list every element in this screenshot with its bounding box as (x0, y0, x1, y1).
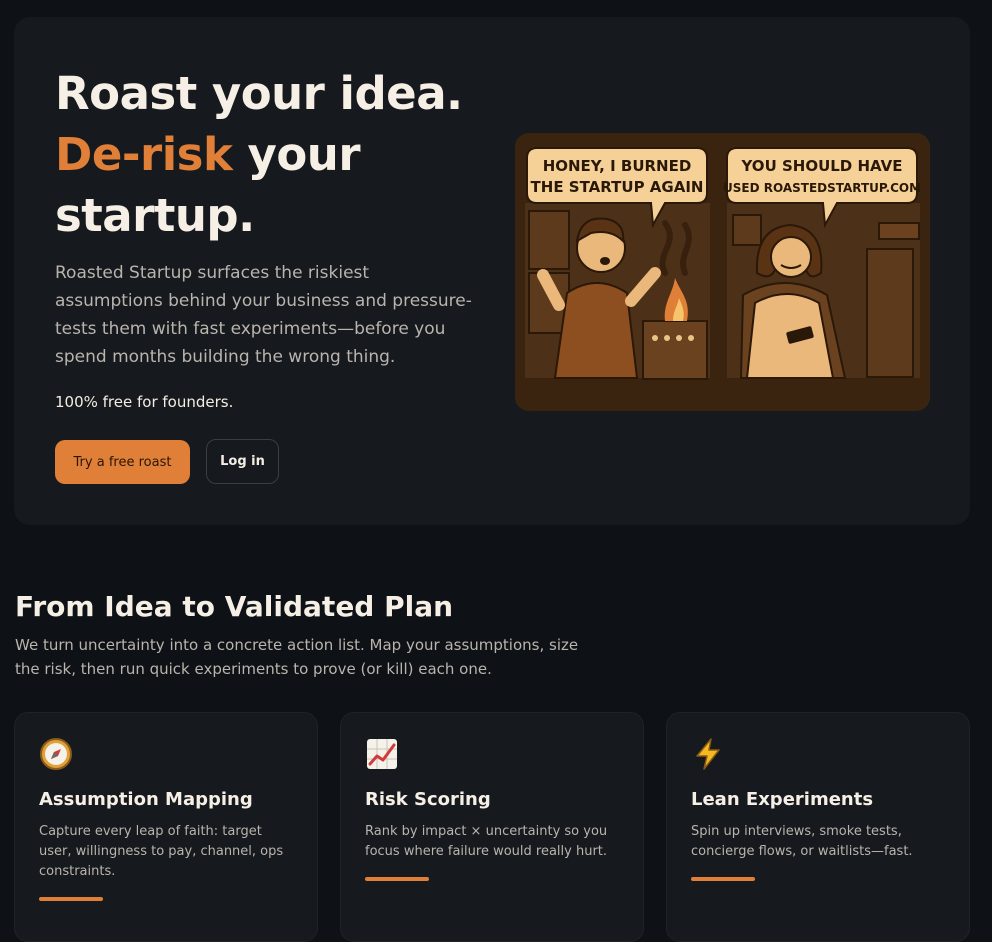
hero-title-line1: Roast your idea. (55, 67, 463, 120)
feature-title: Assumption Mapping (39, 789, 253, 810)
hero-title-rest: your (232, 128, 361, 181)
chart-increasing-icon (367, 739, 397, 769)
compass-icon (40, 738, 72, 770)
feature-accent-bar (691, 877, 755, 881)
login-button[interactable]: Log in (206, 439, 279, 484)
feature-card-risk-scoring: Risk Scoring Rank by impact × uncertaint… (340, 712, 644, 942)
hero-section: Roast your idea. De-risk your startup. R… (14, 17, 970, 525)
feature-accent-bar (365, 877, 429, 881)
hero-title-accent: De-risk (55, 128, 233, 181)
comic-bubble-right-line1: YOU SHOULD HAVE (740, 157, 902, 175)
section-title: From Idea to Validated Plan (15, 590, 454, 623)
free-note: 100% free for founders. (55, 393, 234, 411)
hero-description: Roasted Startup surfaces the riskiest as… (55, 263, 472, 367)
feature-card-lean-experiments: Lean Experiments Spin up interviews, smo… (666, 712, 970, 942)
feature-description: Rank by impact × uncertainty so you focu… (365, 824, 608, 859)
feature-description: Spin up interviews, smoke tests, concier… (691, 824, 913, 859)
feature-card-assumption-mapping: Assumption Mapping Capture every leap of… (14, 712, 318, 942)
section-description: We turn uncertainty into a concrete acti… (15, 636, 579, 678)
feature-description: Capture every leap of faith: target user… (39, 824, 284, 879)
feature-title: Risk Scoring (365, 789, 491, 810)
feature-accent-bar (39, 897, 103, 901)
hero-title: Roast your idea. De-risk your startup. (55, 63, 463, 246)
try-free-roast-button[interactable]: Try a free roast (55, 440, 190, 484)
comic-bubble-right-line2: USED ROASTEDSTARTUP.COM (723, 181, 921, 195)
comic-bubble-left-line1: HONEY, I BURNED (543, 157, 692, 175)
hero-title-line3: startup. (55, 189, 255, 242)
comic-illustration: HONEY, I BURNED THE STARTUP AGAIN YOU SH… (515, 133, 930, 411)
lightning-icon (696, 738, 720, 770)
comic-svg: HONEY, I BURNED THE STARTUP AGAIN YOU SH… (515, 133, 930, 411)
feature-title: Lean Experiments (691, 789, 874, 810)
comic-bubble-left-line2: THE STARTUP AGAIN (531, 178, 704, 196)
